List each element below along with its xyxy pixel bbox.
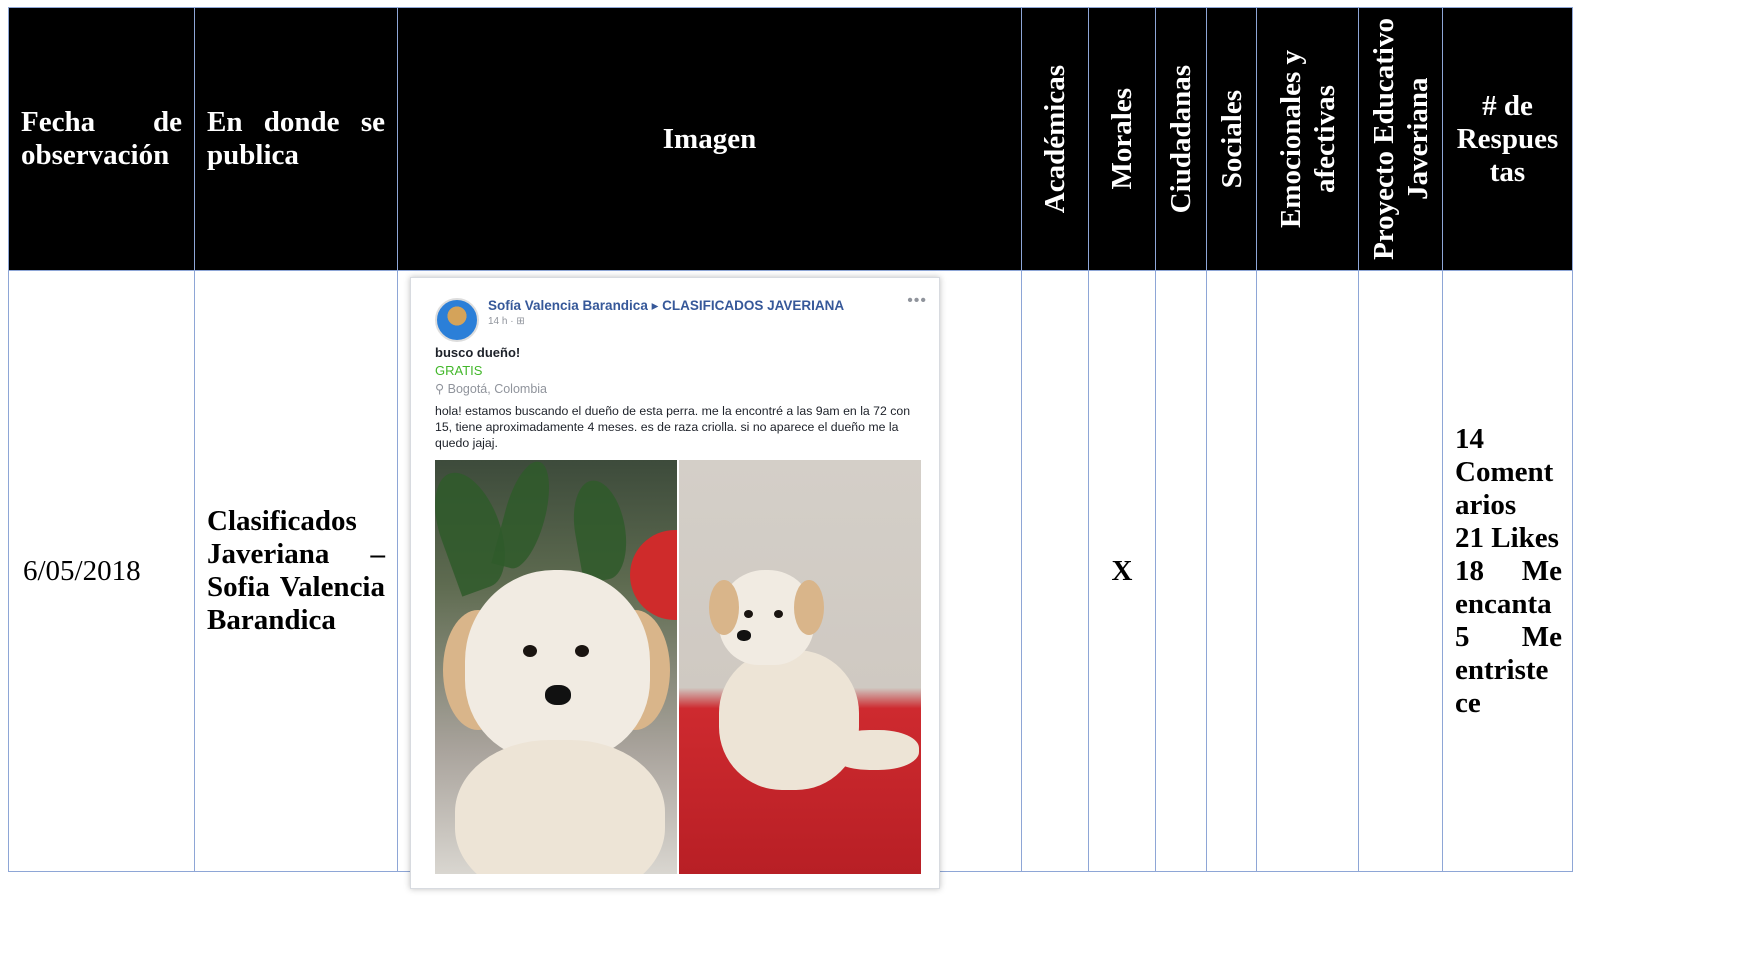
header-fecha: Fecha de observación bbox=[8, 7, 195, 271]
cell-ciudadanas bbox=[1155, 270, 1207, 872]
cell-proyecto bbox=[1358, 270, 1443, 872]
header-morales: Morales bbox=[1088, 7, 1156, 271]
cell-respuestas: 14 Coment arios 21 Likes 18 Me encanta 5… bbox=[1442, 270, 1573, 872]
header-sociales: Sociales bbox=[1206, 7, 1257, 271]
dog-photo-closeup bbox=[435, 460, 677, 874]
cell-sociales bbox=[1206, 270, 1257, 872]
cell-donde: Clasificados Javeriana – Sofia Valencia … bbox=[194, 270, 398, 872]
post-title: busco dueño! bbox=[435, 345, 521, 360]
document-page: Fecha de observación En donde se publica… bbox=[0, 0, 1756, 978]
post-price: GRATIS bbox=[435, 363, 483, 378]
header-academicas: Académicas bbox=[1021, 7, 1089, 271]
table-row: 6/05/2018 Clasificados Javeriana – Sofia… bbox=[8, 270, 1573, 889]
cell-emocionales bbox=[1256, 270, 1359, 872]
cell-imagen: Sofía Valencia Barandica ▸ CLASIFICADOS … bbox=[397, 270, 1022, 889]
header-donde: En donde se publica bbox=[194, 7, 398, 271]
header-ciudadanas: Ciudadanas bbox=[1155, 7, 1207, 271]
header-emocionales: Emocionales y afectivas bbox=[1256, 7, 1359, 271]
header-imagen: Imagen bbox=[397, 7, 1022, 271]
observation-table: Fecha de observación En donde se publica… bbox=[8, 7, 1573, 889]
facebook-post-screenshot: Sofía Valencia Barandica ▸ CLASIFICADOS … bbox=[410, 277, 940, 889]
cell-morales-mark: X bbox=[1088, 270, 1156, 872]
cell-academicas bbox=[1021, 270, 1089, 872]
post-time: 14 h · ⊞ bbox=[488, 316, 525, 327]
post-author: Sofía Valencia Barandica ▸ CLASIFICADOS … bbox=[488, 298, 845, 313]
more-options-icon: ••• bbox=[907, 292, 927, 309]
header-row: Fecha de observación En donde se publica… bbox=[8, 7, 1573, 271]
header-respuestas: # de Respues tas bbox=[1442, 7, 1573, 271]
post-text: hola! estamos buscando el dueño de esta … bbox=[435, 404, 911, 450]
dog-photo-sitting bbox=[679, 460, 921, 874]
header-proyecto: Proyecto Educativo Javeriana bbox=[1358, 7, 1443, 271]
cell-fecha: 6/05/2018 bbox=[8, 270, 195, 872]
avatar bbox=[435, 298, 479, 342]
post-location: ⚲ Bogotá, Colombia bbox=[435, 382, 547, 396]
